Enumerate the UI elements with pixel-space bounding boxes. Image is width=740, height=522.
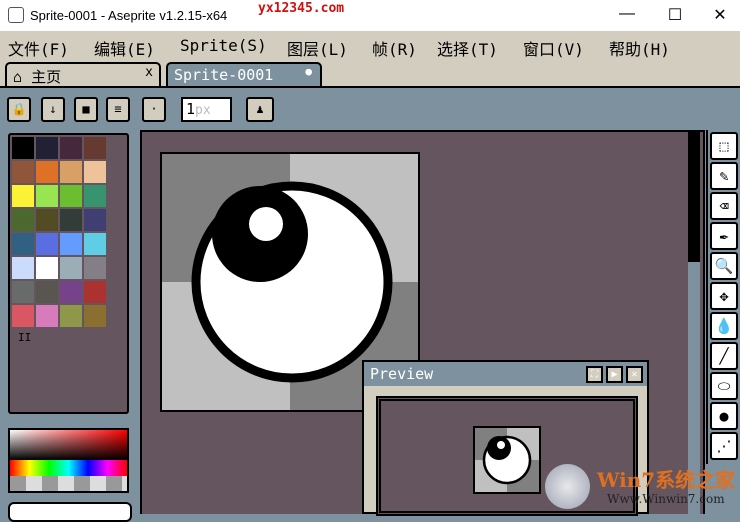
menu-layer[interactable]: 图层(L) xyxy=(287,36,348,60)
menu-sprite[interactable]: Sprite(S) xyxy=(180,36,267,55)
vertical-scrollbar[interactable] xyxy=(688,132,700,514)
alpha-slider[interactable] xyxy=(10,476,127,491)
watermark-logo: Win7系统之家 Www.Winwin7.com xyxy=(545,462,740,514)
eraser-tool-icon[interactable]: ⌫ xyxy=(710,192,738,220)
palette-swatch[interactable] xyxy=(12,209,34,231)
palette-swatch[interactable] xyxy=(84,305,106,327)
app-icon xyxy=(8,7,24,23)
close-button[interactable]: ✕ xyxy=(705,5,735,25)
pixel-button[interactable]: · xyxy=(142,97,166,122)
palette-swatch[interactable] xyxy=(84,257,106,279)
pencil-tool-icon[interactable]: ✎ xyxy=(710,162,738,190)
context-toolbar: 🔒 ↓ ■ ≡ · 1px ♟ xyxy=(0,86,740,126)
pause-icon[interactable]: II xyxy=(18,331,31,344)
tab-sprite[interactable]: Sprite-0001 ● xyxy=(166,62,322,88)
menu-file[interactable]: 文件(F) xyxy=(8,36,69,60)
paint-bucket-tool-icon[interactable]: 💧 xyxy=(710,312,738,340)
palette-swatch[interactable] xyxy=(60,233,82,255)
tools-panel: ⬚ ✎ ⌫ ✒ 🔍 ✥ 💧 ╱ ⬭ ● ⋰ xyxy=(706,130,740,464)
palette-swatch[interactable] xyxy=(84,209,106,231)
spray-tool-icon[interactable]: ⋰ xyxy=(710,432,738,460)
expand-button[interactable]: ⛶ xyxy=(586,366,603,383)
tab-bar: ⌂ 主页 x Sprite-0001 ● xyxy=(0,60,740,88)
color-preview-panel xyxy=(8,502,132,522)
palette-swatch[interactable] xyxy=(84,281,106,303)
down-button[interactable]: ↓ xyxy=(41,97,65,122)
palette-swatch[interactable] xyxy=(60,305,82,327)
watermark-url: Www.Winwin7.com xyxy=(607,492,725,506)
tab-sprite-label: Sprite-0001 xyxy=(174,66,274,84)
palette-swatch[interactable] xyxy=(12,281,34,303)
color-picker[interactable] xyxy=(8,428,129,493)
palette-swatch[interactable] xyxy=(36,209,58,231)
palette-swatch[interactable] xyxy=(36,305,58,327)
scrollbar-thumb[interactable] xyxy=(688,132,700,262)
menu-view[interactable]: 窗口(V) xyxy=(523,36,584,60)
menu-bar: 文件(F) 编辑(E) Sprite(S) 图层(L) 帧(R) 选择(T) 窗… xyxy=(0,31,740,60)
minimize-button[interactable]: — xyxy=(612,5,642,23)
menu-help[interactable]: 帮助(H) xyxy=(609,36,670,60)
palette-swatch[interactable] xyxy=(12,257,34,279)
ellipse-tool-icon[interactable]: ⬭ xyxy=(710,372,738,400)
line-tool-icon[interactable]: ╱ xyxy=(710,342,738,370)
watermark-brand: Win7系统之家 xyxy=(597,468,736,492)
saturation-value-field[interactable] xyxy=(10,430,127,460)
palette-swatch[interactable] xyxy=(36,281,58,303)
menu-frame[interactable]: 帧(R) xyxy=(372,36,417,60)
palette-swatch[interactable] xyxy=(36,185,58,207)
preview-sprite xyxy=(473,426,541,494)
play-button[interactable]: ▶ xyxy=(606,366,623,383)
window-title: Sprite-0001 - Aseprite v1.2.15-x64 xyxy=(30,8,228,23)
palette-swatch[interactable] xyxy=(36,257,58,279)
zoom-tool-icon[interactable]: 🔍 xyxy=(710,252,738,280)
tab-home[interactable]: ⌂ 主页 x xyxy=(5,62,161,86)
maximize-button[interactable]: ☐ xyxy=(660,5,690,25)
preview-title: Preview xyxy=(370,365,434,383)
stamp-button[interactable]: ♟ xyxy=(246,97,274,122)
palette-swatch[interactable] xyxy=(60,209,82,231)
palette-swatch[interactable] xyxy=(84,161,106,183)
move-tool-icon[interactable]: ✥ xyxy=(710,282,738,310)
brush-unit: px xyxy=(195,103,211,118)
menu-button[interactable]: ≡ xyxy=(106,97,130,122)
palette-swatch[interactable] xyxy=(12,137,34,159)
tab-close-icon[interactable]: x xyxy=(145,65,153,80)
contour-tool-icon[interactable]: ● xyxy=(710,402,738,430)
palette-panel: II xyxy=(8,133,129,414)
palette-swatch[interactable] xyxy=(60,185,82,207)
watermark: yx12345.com xyxy=(258,1,345,16)
palette-swatch[interactable] xyxy=(60,161,82,183)
palette-swatch[interactable] xyxy=(84,137,106,159)
menu-select[interactable]: 选择(T) xyxy=(437,36,498,60)
hue-slider[interactable] xyxy=(10,460,127,476)
preview-close-button[interactable]: ✕ xyxy=(626,366,643,383)
palette-swatch[interactable] xyxy=(60,137,82,159)
palette-swatch[interactable] xyxy=(84,185,106,207)
palette-swatch[interactable] xyxy=(36,137,58,159)
page-button[interactable]: ■ xyxy=(74,97,98,122)
home-icon: ⌂ xyxy=(13,68,23,86)
preview-titlebar[interactable]: Preview ⛶ ▶ ✕ xyxy=(364,362,647,386)
modified-dot-icon: ● xyxy=(305,65,312,78)
palette-swatch[interactable] xyxy=(36,233,58,255)
palette-swatch[interactable] xyxy=(36,161,58,183)
brush-size-input[interactable]: 1px xyxy=(181,97,232,122)
palette-swatch[interactable] xyxy=(12,305,34,327)
palette-swatch[interactable] xyxy=(12,233,34,255)
rectangle-marquee-tool-icon[interactable]: ⬚ xyxy=(710,132,738,160)
windows-logo-icon xyxy=(545,464,590,509)
tab-home-label: 主页 xyxy=(31,68,62,86)
palette-swatch[interactable] xyxy=(60,257,82,279)
palette-swatch[interactable] xyxy=(84,233,106,255)
eye-highlight xyxy=(249,207,283,241)
palette-swatch[interactable] xyxy=(60,281,82,303)
brush-size-value: 1 xyxy=(186,100,196,118)
title-bar: Sprite-0001 - Aseprite v1.2.15-x64 yx123… xyxy=(0,0,740,31)
palette-swatch[interactable] xyxy=(12,161,34,183)
palette-swatch[interactable] xyxy=(12,185,34,207)
menu-edit[interactable]: 编辑(E) xyxy=(94,36,155,60)
eyedropper-tool-icon[interactable]: ✒ xyxy=(710,222,738,250)
lock-button[interactable]: 🔒 xyxy=(7,97,31,122)
